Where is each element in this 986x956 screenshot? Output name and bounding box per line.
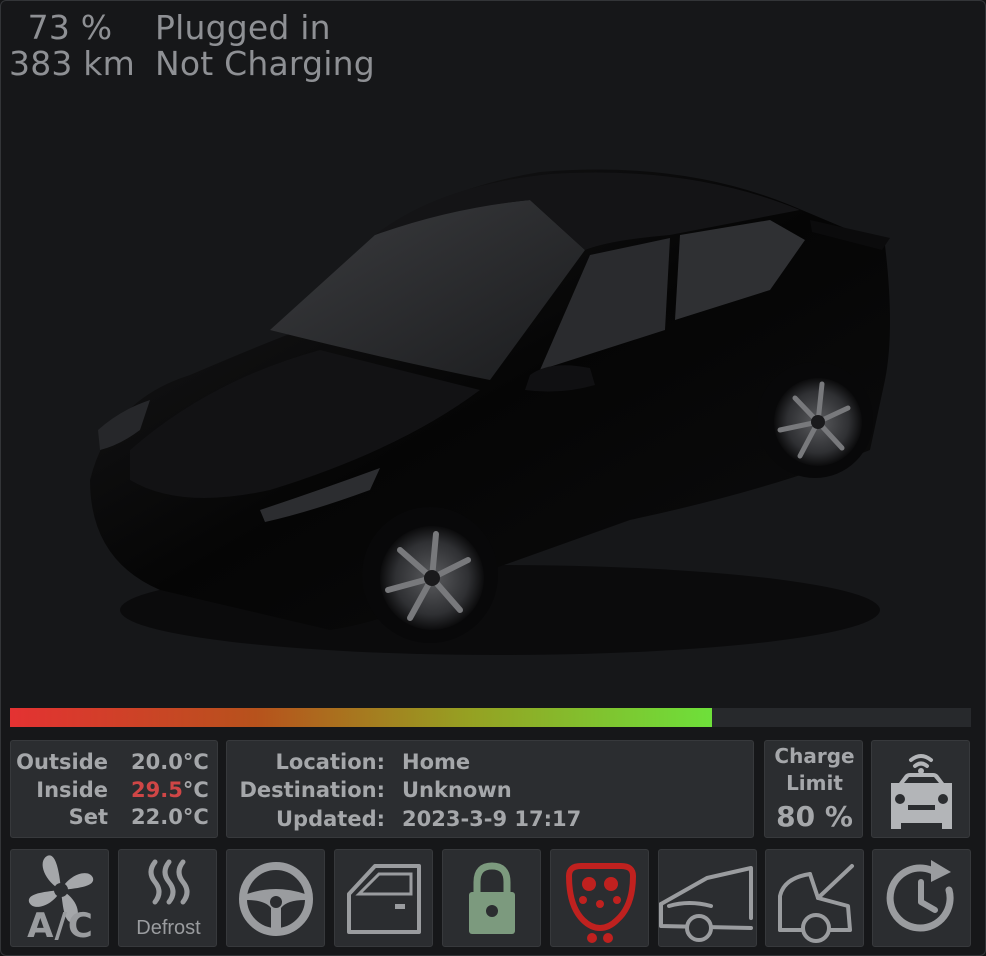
inside-temp-reading: 29.5°C [131, 776, 209, 804]
ac-label: A/C [27, 906, 94, 946]
inside-temp-label: Inside [36, 778, 108, 802]
battery-percent: 73 % [27, 8, 113, 47]
location-label: Location: [275, 750, 385, 774]
lock-icon [469, 862, 515, 934]
steering-wheel-icon [239, 862, 313, 936]
charge-limit-value: 80 % [776, 800, 853, 833]
vehicle-status-button[interactable] [871, 740, 970, 838]
schedule-button[interactable] [872, 849, 971, 947]
destination-value: Unknown [402, 778, 512, 802]
updated-value: 2023-3-9 17:17 [402, 807, 582, 831]
set-temp-label: Set [68, 805, 108, 829]
plug-status: Plugged in [155, 8, 331, 47]
destination-label: Destination: [239, 778, 385, 802]
car-wifi-icon [891, 754, 952, 829]
location-value: Home [402, 750, 471, 774]
outside-temp-value: 20.0°C [131, 750, 209, 774]
range-estimate: 383 km [9, 44, 135, 83]
updated-label: Updated: [276, 807, 385, 831]
location-panel: Location: Home Destination: Unknown Upda… [226, 740, 754, 838]
charge-port-icon [565, 863, 637, 943]
frunk-button[interactable] [658, 849, 757, 947]
frunk-open-icon [659, 866, 753, 942]
door-icon [347, 864, 421, 934]
vehicle-image [70, 150, 910, 670]
trunk-button[interactable] [765, 849, 864, 947]
clock-refresh-icon [886, 860, 954, 932]
defrost-label: Defrost [136, 917, 201, 939]
steering-wheel-heat-button[interactable] [226, 849, 325, 947]
door-button[interactable] [334, 849, 433, 947]
inside-temp-unit: °C [182, 778, 209, 802]
defrost-button[interactable]: Defrost [118, 849, 217, 947]
charge-limit-title-line1: Charge [774, 744, 855, 768]
inside-temp-value: 29.5 [131, 778, 183, 802]
set-temp-value: 22.0°C [131, 805, 209, 829]
charge-limit-panel[interactable]: Charge Limit 80 % [764, 740, 863, 838]
lock-button[interactable] [442, 849, 541, 947]
climate-panel: Outside 20.0°C Inside 29.5°C Set 22.0°C [10, 740, 218, 838]
charging-status: Not Charging [155, 44, 375, 83]
outside-temp-label: Outside [16, 750, 108, 774]
charge-limit-title-line2: Limit [786, 771, 843, 795]
battery-level-fill [10, 708, 712, 727]
charge-port-button[interactable] [550, 849, 649, 947]
trunk-open-icon [778, 864, 854, 943]
battery-level-bar [10, 708, 971, 727]
ac-button[interactable]: A/C [10, 849, 109, 947]
car-illustration [90, 169, 890, 655]
